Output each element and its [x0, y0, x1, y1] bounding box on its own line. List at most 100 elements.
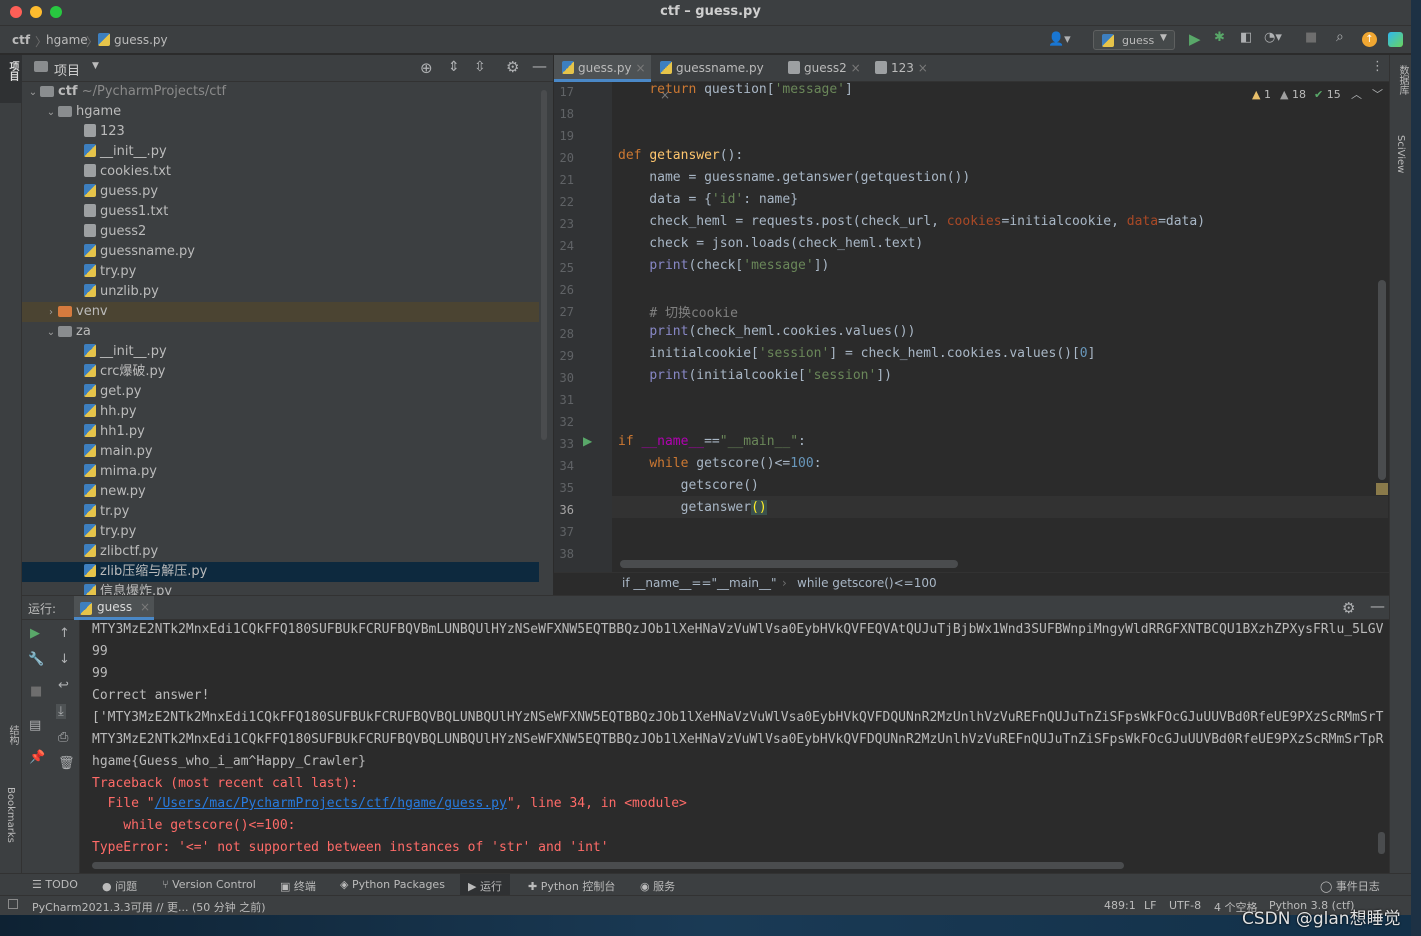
tree-item[interactable]: 123: [22, 122, 539, 142]
console-horizontal-scrollbar[interactable]: [92, 862, 1124, 869]
coverage-icon[interactable]: ◧: [1240, 30, 1252, 45]
line-separator[interactable]: LF: [1144, 899, 1156, 912]
traceback-file-link[interactable]: /Users/mac/PycharmProjects/ctf/hgame/gue…: [155, 796, 507, 811]
version-control-button[interactable]: ⑂ Version Control: [162, 878, 256, 891]
stop-icon[interactable]: ■: [30, 684, 42, 699]
code-line[interactable]: check_heml = requests.post(check_url, co…: [618, 214, 1205, 229]
close-icon[interactable]: ×: [635, 61, 645, 75]
chevron-up-icon[interactable]: ︿: [1351, 86, 1362, 102]
code-line[interactable]: def getanswer():: [618, 148, 743, 163]
print-icon[interactable]: ⎙: [58, 730, 68, 745]
code-line[interactable]: name = guessname.getanswer(getquestion()…: [618, 170, 970, 185]
arrow-down-icon[interactable]: ↓: [59, 652, 70, 667]
database-tool-window-button[interactable]: 数据库: [1395, 65, 1410, 95]
locate-icon[interactable]: ⊕: [420, 59, 433, 77]
tree-item[interactable]: zlibctf.py: [22, 542, 539, 562]
pin-icon[interactable]: 📌: [29, 750, 45, 765]
tree-item[interactable]: guess2: [22, 222, 539, 242]
wrench-icon[interactable]: 🔧: [28, 652, 44, 667]
jetbrains-toolbox-icon[interactable]: [1388, 32, 1403, 47]
structure-tool-window-button[interactable]: 结构: [5, 725, 20, 745]
code-line[interactable]: print(check['message']): [618, 258, 829, 273]
tree-item[interactable]: unzlib.py: [22, 282, 539, 302]
services-button[interactable]: ◉ 服务: [640, 878, 675, 894]
code-line[interactable]: initialcookie['session'] = check_heml.co…: [618, 346, 1095, 361]
tree-item[interactable]: ⌄ hgame: [22, 102, 539, 122]
rerun-icon[interactable]: ▶: [30, 626, 40, 641]
file-encoding[interactable]: UTF-8: [1169, 899, 1201, 912]
breadcrumb-ctf[interactable]: ctf: [12, 33, 30, 47]
tree-item[interactable]: main.py: [22, 442, 539, 462]
tree-item[interactable]: try.py: [22, 262, 539, 282]
inspection-ok[interactable]: ✔ 15: [1314, 88, 1341, 101]
code-line[interactable]: getanswer(): [618, 500, 767, 515]
expand-all-icon[interactable]: ⇕: [448, 59, 460, 75]
chevron-down-icon[interactable]: ⌄: [44, 323, 58, 343]
tree-item[interactable]: mima.py: [22, 462, 539, 482]
minimize-window-button[interactable]: [30, 6, 42, 18]
toggle-tool-windows-icon[interactable]: [8, 899, 18, 909]
problems-button[interactable]: ● 问题: [102, 878, 137, 894]
tree-item[interactable]: hh.py: [22, 402, 539, 422]
trash-icon[interactable]: 🗑: [58, 756, 75, 771]
close-icon[interactable]: ×: [851, 61, 861, 75]
code-line[interactable]: print(initialcookie['session']): [618, 368, 892, 383]
code-line[interactable]: data = {'id': name}: [618, 192, 798, 207]
run-tab-guess[interactable]: guess ×: [74, 596, 154, 620]
bookmarks-tool-window-button[interactable]: Bookmarks: [5, 787, 16, 843]
close-window-button[interactable]: [10, 6, 22, 18]
chevron-down-icon[interactable]: ﹀: [1372, 86, 1383, 102]
close-icon[interactable]: ×: [918, 61, 928, 75]
hide-icon[interactable]: —: [1370, 597, 1385, 615]
tree-item[interactable]: hh1.py: [22, 422, 539, 442]
chevron-down-icon[interactable]: ▼: [92, 61, 99, 71]
breadcrumb-if-main[interactable]: if __name__=="__main__": [622, 576, 777, 590]
tab-guessname-py[interactable]: guessname.py ×: [652, 55, 775, 102]
run-console[interactable]: MTY3MzE2NTk2MnxEdi1CQkFFQ180SUFBUkFCRUFB…: [80, 620, 1389, 873]
tree-item[interactable]: get.py: [22, 382, 539, 402]
more-tabs-icon[interactable]: ⋮: [1371, 59, 1384, 74]
breadcrumb-while[interactable]: while getscore()<=100: [797, 576, 937, 590]
run-gutter-icon[interactable]: ▶: [583, 434, 592, 448]
tree-item[interactable]: › venv: [22, 302, 539, 322]
gear-icon[interactable]: ⚙: [1342, 599, 1355, 617]
tab-123[interactable]: 123 ×: [867, 55, 929, 82]
close-icon[interactable]: ×: [140, 600, 150, 614]
profile-icon[interactable]: ◔▾: [1264, 30, 1282, 45]
chevron-right-icon[interactable]: ›: [44, 303, 58, 323]
project-scrollbar[interactable]: [541, 90, 547, 440]
hide-icon[interactable]: —: [532, 57, 547, 75]
breadcrumb-guess-py[interactable]: guess.py: [98, 33, 168, 47]
tree-item[interactable]: crc爆破.py: [22, 362, 539, 382]
tree-item[interactable]: __init__.py: [22, 342, 539, 362]
stop-icon[interactable]: ■: [1305, 30, 1317, 45]
code-line[interactable]: if __name__=="__main__":: [618, 434, 806, 449]
code-line[interactable]: check = json.loads(check_heml.text): [618, 236, 923, 251]
python-console-button[interactable]: ✚ Python 控制台: [528, 878, 615, 894]
tree-item[interactable]: tr.py: [22, 502, 539, 522]
tree-item[interactable]: guessname.py: [22, 242, 539, 262]
status-message[interactable]: PyCharm2021.3.3可用 // 更... (50 分钟 之前): [32, 899, 266, 915]
code-line[interactable]: return question['message']: [618, 82, 853, 97]
run-icon[interactable]: ▶: [1189, 30, 1201, 48]
event-log-button[interactable]: ◯ 事件日志: [1320, 878, 1380, 894]
console-vertical-scrollbar[interactable]: [1378, 832, 1385, 854]
tree-item[interactable]: __init__.py: [22, 142, 539, 162]
terminal-button[interactable]: ▣ 终端: [280, 878, 316, 894]
editor-horizontal-scrollbar[interactable]: [620, 560, 958, 568]
code-line[interactable]: # 切换cookie: [618, 302, 738, 321]
project-tool-window-button[interactable]: 项目: [0, 55, 22, 103]
gear-icon[interactable]: ⚙: [506, 58, 519, 76]
tab-guess2[interactable]: guess2 ×: [780, 55, 864, 82]
tab-guess-py[interactable]: guess.py ×: [554, 55, 651, 82]
chevron-down-icon[interactable]: ⌄: [44, 103, 58, 123]
tree-root-ctf[interactable]: ⌄ ctf ~/PycharmProjects/ctf: [22, 82, 539, 102]
tree-item[interactable]: new.py: [22, 482, 539, 502]
code-line[interactable]: while getscore()<=100:: [618, 456, 821, 471]
code-line[interactable]: print(check_heml.cookies.values()): [618, 324, 915, 339]
soft-wrap-icon[interactable]: ↩: [58, 678, 69, 693]
maximize-window-button[interactable]: [50, 6, 62, 18]
inspection-weak-warnings[interactable]: ▲ 18: [1280, 88, 1306, 101]
project-view-title[interactable]: 项目: [54, 60, 80, 79]
inspection-warnings[interactable]: ▲ 1: [1252, 88, 1271, 101]
